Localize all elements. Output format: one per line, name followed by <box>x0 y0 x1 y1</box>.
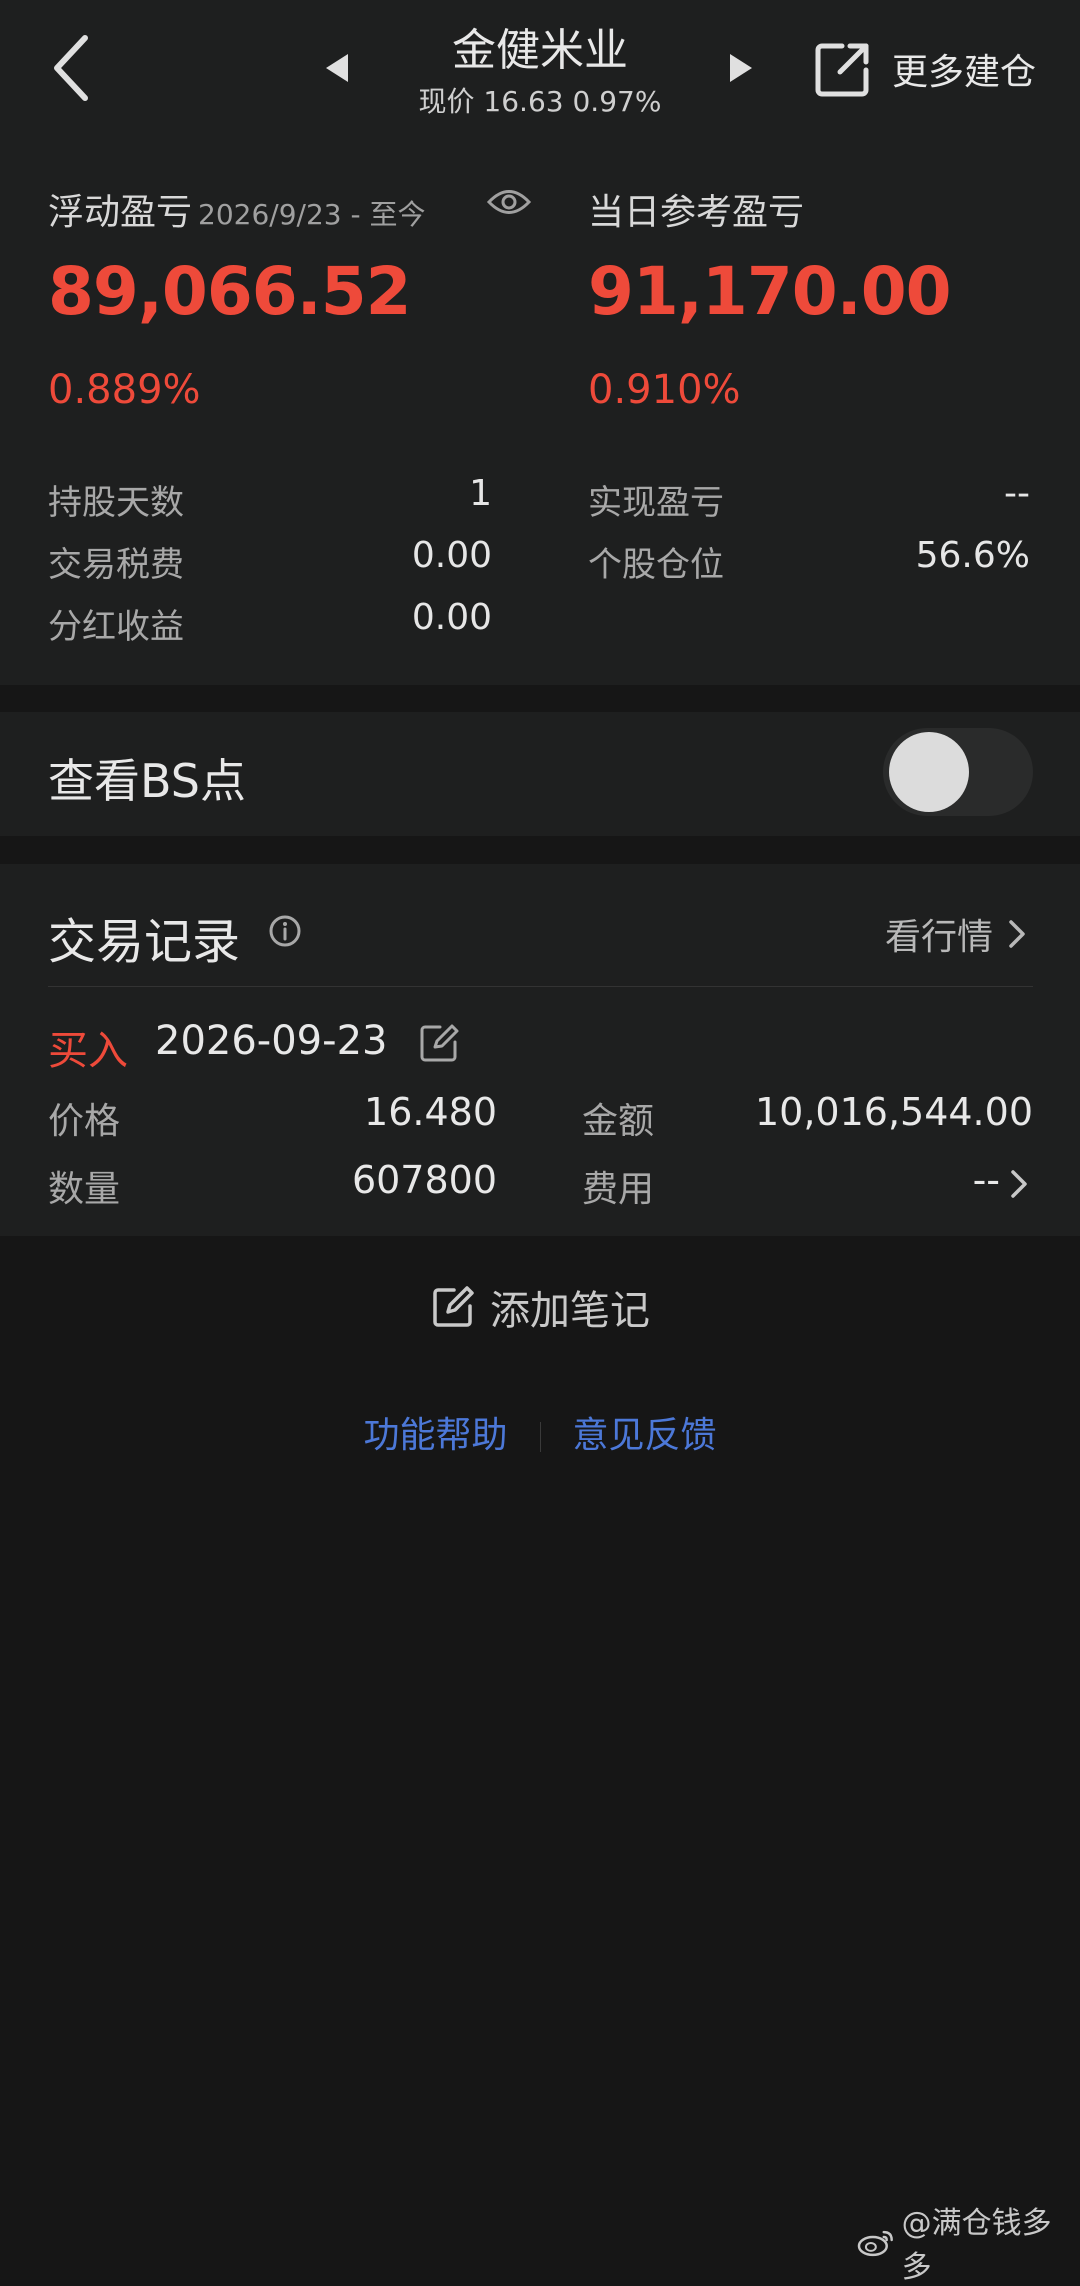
view-market-link[interactable]: 看行情 <box>885 908 1029 960</box>
feedback-link[interactable]: 意见反馈 <box>573 1415 717 1456</box>
dividend-label: 分红收益 <box>48 607 184 647</box>
position-weight-value: 56.6% <box>915 535 1030 576</box>
position-weight-label: 个股仓位 <box>588 545 724 585</box>
top-nav-bar: 金健米业 现价 16.63 0.97% 更多建仓 <box>0 0 1080 135</box>
more-positions-button[interactable]: 更多建仓 <box>812 34 1036 104</box>
floating-pnl-value: 89,066.52 <box>48 253 412 330</box>
floating-pnl-label: 浮动盈亏 <box>48 192 193 233</box>
info-icon[interactable] <box>268 914 302 948</box>
chevron-right-icon <box>1009 920 1025 948</box>
price-value: 16.480 <box>364 1090 497 1134</box>
external-link-icon <box>815 43 869 97</box>
holding-days-label: 持股天数 <box>48 483 184 523</box>
holding-period: 2026/9/23 - 至今 <box>198 198 426 231</box>
trade-tax-value: 0.00 <box>411 535 492 576</box>
pnl-summary-card: 浮动盈亏 2026/9/23 - 至今 当日参考盈亏 89,066.52 91,1… <box>0 135 1080 685</box>
more-positions-label: 更多建仓 <box>892 52 1037 93</box>
realized-pnl-value: -- <box>1004 473 1030 514</box>
trade-records-card: 交易记录 看行情 买入 2026-09-23 价格 16.480 金额 10,0… <box>0 864 1080 1236</box>
daily-pnl-pct: 0.910% <box>588 367 741 413</box>
watermark-text: @满仓钱多多 <box>901 2206 1052 2285</box>
footer-divider <box>539 1422 541 1452</box>
weibo-watermark: @满仓钱多多 <box>856 2198 1080 2286</box>
view-market-label: 看行情 <box>885 917 994 958</box>
daily-pnl-value: 91,170.00 <box>588 253 952 330</box>
footer-links: 功能帮助 意见反馈 <box>0 1406 1080 1458</box>
toggle-knob <box>889 732 969 812</box>
fee-label: 费用 <box>582 1169 655 1210</box>
add-note-button[interactable]: 添加笔记 <box>430 1278 650 1336</box>
help-link[interactable]: 功能帮助 <box>363 1415 507 1456</box>
quantity-label: 数量 <box>48 1169 121 1210</box>
floating-pnl-header: 浮动盈亏 2026/9/23 - 至今 <box>48 183 426 235</box>
daily-pnl-label: 当日参考盈亏 <box>588 192 805 233</box>
price-label: 价格 <box>48 1101 121 1142</box>
holding-days-value: 1 <box>469 473 492 514</box>
edit-icon[interactable] <box>418 1022 460 1064</box>
dividend-value: 0.00 <box>411 597 492 638</box>
eye-icon[interactable] <box>487 187 531 217</box>
add-note-label: 添加笔记 <box>490 1288 650 1334</box>
divider <box>48 986 1033 987</box>
bs-points-toggle[interactable] <box>883 728 1033 816</box>
edit-note-icon <box>433 1286 474 1327</box>
amount-value: 10,016,544.00 <box>754 1090 1033 1134</box>
fee-value[interactable]: -- <box>880 1158 1000 1202</box>
trade-tax-label: 交易税费 <box>48 545 184 585</box>
bs-points-row: 查看BS点 <box>0 712 1080 836</box>
trade-date: 2026-09-23 <box>155 1018 388 1064</box>
amount-label: 金额 <box>582 1101 655 1142</box>
floating-pnl-pct: 0.889% <box>48 367 201 413</box>
trade-type-badge: 买入 <box>48 1028 128 1074</box>
chevron-right-icon[interactable] <box>1008 1166 1030 1202</box>
bs-points-label: 查看BS点 <box>48 754 246 808</box>
next-stock-icon[interactable] <box>726 48 756 88</box>
weibo-logo-icon <box>857 2230 893 2257</box>
quantity-value: 607800 <box>351 1158 497 1202</box>
realized-pnl-label: 实现盈亏 <box>588 483 724 523</box>
trade-records-title: 交易记录 <box>48 914 241 970</box>
